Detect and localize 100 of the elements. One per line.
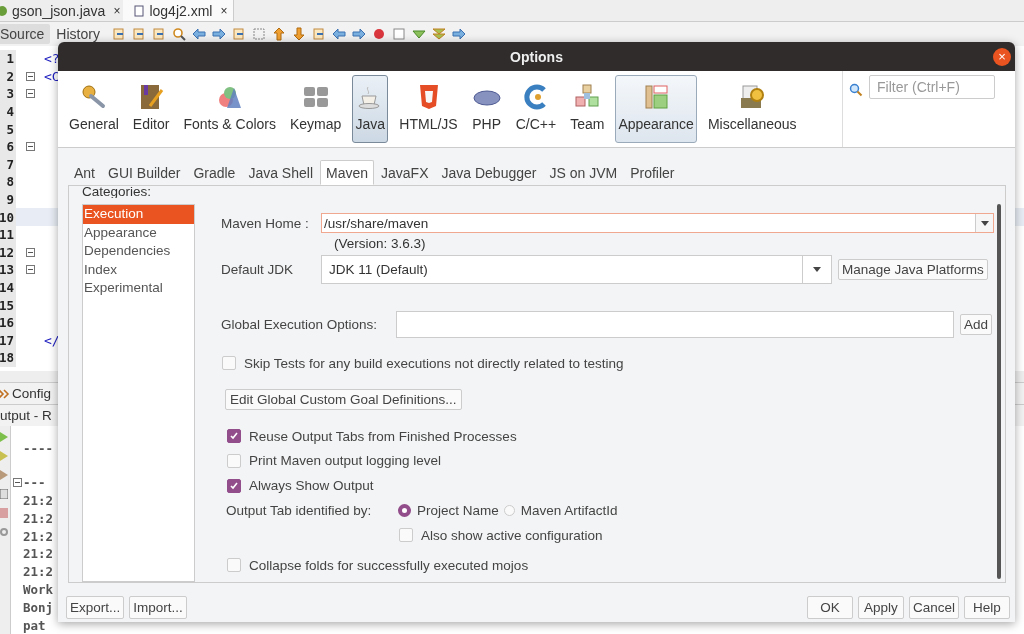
field-label: Default JDK bbox=[221, 262, 295, 277]
search-icon bbox=[849, 83, 863, 97]
document-icon[interactable] bbox=[311, 27, 326, 42]
arrow-down-icon[interactable] bbox=[291, 27, 306, 42]
chevron-down-icon[interactable] bbox=[431, 27, 446, 42]
tab[interactable]: Gradle bbox=[187, 160, 242, 185]
category-item[interactable]: Appearance bbox=[83, 223, 194, 242]
arrow-right-icon[interactable] bbox=[351, 27, 366, 42]
radio-label: Project Name bbox=[417, 503, 499, 519]
checkbox[interactable] bbox=[227, 429, 241, 444]
checkbox-label: Print Maven output logging level bbox=[249, 453, 442, 469]
tab[interactable]: Java Debugger bbox=[435, 160, 543, 185]
checkbox[interactable] bbox=[227, 478, 241, 493]
options-field[interactable] bbox=[396, 311, 954, 338]
view-tab[interactable]: Source bbox=[0, 24, 51, 45]
fold-icon[interactable] bbox=[25, 71, 35, 81]
output-line: 21:2 bbox=[23, 510, 54, 526]
arrow-up-icon[interactable] bbox=[271, 27, 286, 42]
tab[interactable]: GUI Builder bbox=[102, 160, 187, 185]
dialog-button[interactable]: Import... bbox=[129, 596, 187, 619]
search-icon[interactable] bbox=[171, 27, 186, 42]
document-icon[interactable] bbox=[151, 27, 166, 42]
document-icon[interactable] bbox=[131, 27, 146, 42]
line-number: 13 bbox=[0, 261, 16, 279]
jdk-combo[interactable]: JDK 11 (Default) bbox=[321, 255, 832, 284]
category-button[interactable]: Miscellaneous bbox=[704, 75, 800, 143]
code-text: <C bbox=[44, 68, 60, 84]
close-tab-button[interactable]: × bbox=[113, 3, 121, 18]
fold-icon[interactable] bbox=[25, 89, 35, 99]
close-button[interactable]: × bbox=[993, 48, 1011, 66]
category-item[interactable]: Execution bbox=[83, 205, 194, 224]
category-button[interactable]: Java bbox=[352, 75, 389, 143]
dialog-button[interactable]: Export... bbox=[66, 596, 125, 619]
document-icon[interactable] bbox=[111, 27, 126, 42]
category-button[interactable]: Fonts & Colors bbox=[180, 75, 279, 143]
output-line: Work bbox=[23, 582, 54, 597]
arrow-right-icon[interactable] bbox=[211, 27, 226, 42]
maven-home-combo[interactable]: /usr/share/maven bbox=[321, 213, 994, 233]
file-tab-label: gson_json.java bbox=[12, 2, 106, 19]
document-icon[interactable] bbox=[231, 27, 246, 42]
fold-icon[interactable] bbox=[12, 478, 22, 488]
category-button[interactable]: Appearance bbox=[615, 75, 697, 143]
fold-icon[interactable] bbox=[25, 265, 35, 275]
tab[interactable]: JS on JVM bbox=[543, 160, 624, 185]
version-text: (Version: 3.6.3) bbox=[334, 236, 427, 252]
window-icon[interactable] bbox=[0, 489, 8, 499]
line-number: 18 bbox=[0, 349, 16, 367]
categories-label: Categories: bbox=[82, 186, 152, 198]
tab[interactable]: Ant bbox=[68, 160, 101, 185]
category-button[interactable]: PHP bbox=[468, 75, 505, 143]
view-tab[interactable]: History bbox=[50, 24, 106, 45]
field-label: Global Execution Options: bbox=[221, 317, 379, 332]
record-icon[interactable] bbox=[371, 27, 386, 42]
category-button[interactable]: Editor bbox=[129, 75, 173, 143]
filter-field[interactable]: Filter (Ctrl+F) bbox=[869, 75, 995, 99]
close-tab-button[interactable]: × bbox=[220, 3, 228, 18]
dialog-button[interactable]: Help bbox=[964, 596, 1010, 619]
file-tab[interactable]: log4j2.xml × bbox=[123, 0, 235, 21]
dropdown-arrow-icon[interactable] bbox=[980, 220, 989, 226]
category-button[interactable]: C/C++ bbox=[512, 75, 560, 143]
tab[interactable]: JavaFX bbox=[375, 160, 435, 185]
fold-icon[interactable] bbox=[25, 247, 35, 257]
category-item[interactable]: Experimental bbox=[83, 279, 194, 298]
manage-platforms-button[interactable]: Manage Java Platforms bbox=[838, 259, 988, 280]
dialog-button[interactable]: Apply bbox=[857, 596, 904, 619]
line-number: 7 bbox=[0, 155, 16, 174]
line-number: 1 bbox=[0, 49, 16, 68]
output-line: 21:2 bbox=[23, 546, 54, 562]
category-button[interactable]: Team bbox=[567, 75, 608, 143]
line-number: 5 bbox=[0, 120, 16, 138]
category-button[interactable]: General bbox=[66, 75, 122, 143]
dialog-button[interactable]: OK bbox=[806, 596, 853, 619]
dialog-button[interactable]: Cancel bbox=[908, 596, 959, 619]
edit-goals-button[interactable]: Edit Global Custom Goal Definitions... bbox=[225, 388, 462, 410]
scrollbar-thumb[interactable] bbox=[997, 204, 1001, 579]
leaf-icon bbox=[0, 4, 8, 17]
panel-tab[interactable]: Config bbox=[12, 386, 52, 401]
panel-title: utput - R bbox=[0, 408, 52, 423]
arrow-left-icon[interactable] bbox=[331, 27, 346, 42]
output-line: Bonj bbox=[23, 599, 54, 615]
arrow-left-icon[interactable] bbox=[191, 27, 206, 42]
tab[interactable]: Maven bbox=[320, 160, 375, 185]
radio-label: Maven ArtifactId bbox=[520, 503, 618, 519]
dialog-title: Options bbox=[510, 48, 563, 65]
category-item[interactable]: Dependencies bbox=[83, 242, 194, 261]
dropdown-arrow-icon[interactable] bbox=[813, 267, 821, 272]
category-button[interactable]: HTML/JS bbox=[396, 75, 461, 143]
output-line: 21:2 bbox=[23, 493, 54, 508]
checkbox-label: Also show active configuration bbox=[421, 527, 603, 543]
arrow-right-icon[interactable] bbox=[451, 27, 466, 42]
category-item[interactable]: Index bbox=[83, 260, 194, 279]
fold-icon[interactable] bbox=[25, 142, 35, 152]
document-icon bbox=[133, 4, 146, 17]
tab[interactable]: Java Shell bbox=[242, 160, 319, 185]
radio-button[interactable] bbox=[398, 504, 411, 518]
add-button[interactable]: Add bbox=[960, 314, 993, 335]
line-number: 17 bbox=[0, 331, 16, 349]
field-label: Maven Home : bbox=[221, 215, 310, 231]
category-button[interactable]: Keymap bbox=[287, 75, 345, 143]
tab[interactable]: Profiler bbox=[624, 160, 681, 185]
